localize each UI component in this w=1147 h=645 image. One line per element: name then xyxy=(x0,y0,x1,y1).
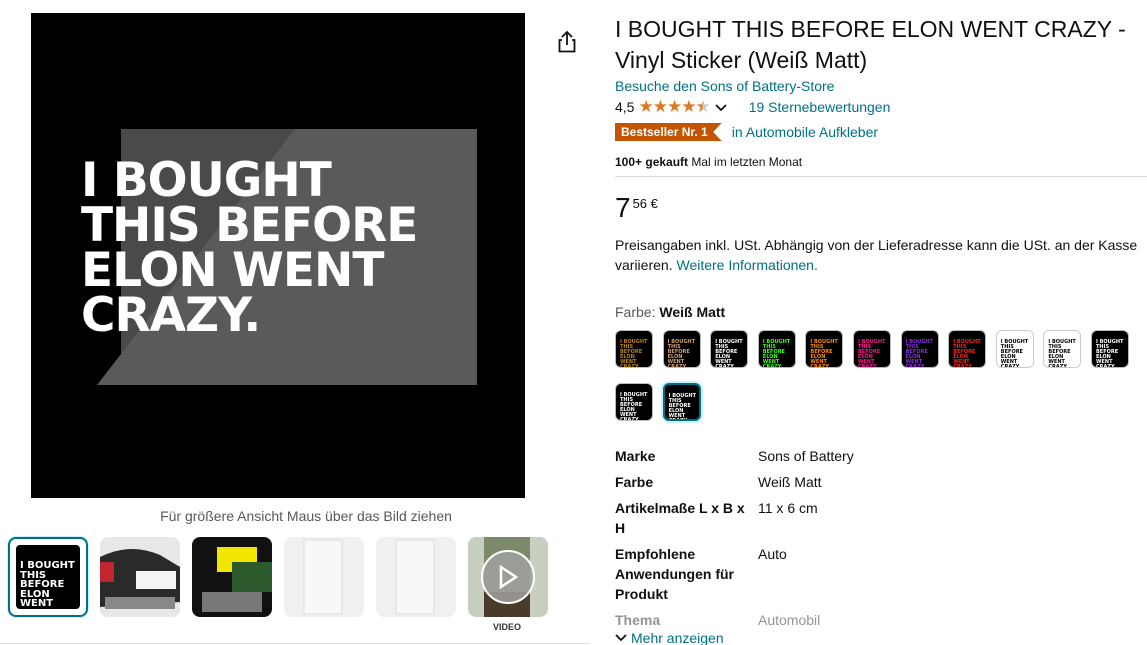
spec-key: Marke xyxy=(615,448,656,464)
bestseller-badge[interactable]: Bestseller Nr. 1 xyxy=(615,123,722,141)
bought-text: Mal im letzten Monat xyxy=(688,155,803,169)
price-whole: 7 xyxy=(615,192,631,223)
bestseller-category-link[interactable]: in Automobile Aufkleber xyxy=(732,124,878,140)
color-label-prefix: Farbe: xyxy=(615,304,656,320)
swatch-text: I BOUGHT THIS BEFORE ELON WENT CRAZY. xyxy=(905,339,934,368)
store-link[interactable]: Besuche den Sons of Battery-Store xyxy=(615,78,834,94)
color-swatch[interactable]: I BOUGHT THIS BEFORE ELON WENT CRAZY. xyxy=(1091,330,1129,368)
share-icon xyxy=(558,31,576,53)
chevron-down-icon xyxy=(615,634,627,642)
rating-row: 4,5 ★ ★ ★ ★ ★ 19 Sternebewertungen xyxy=(615,97,891,117)
spec-value: 11 x 6 cm xyxy=(758,500,818,516)
bought-count: 100+ gekauft xyxy=(615,155,689,169)
show-more-label: Mehr anzeigen xyxy=(631,630,724,645)
car-photo-thumb xyxy=(100,537,180,617)
color-swatch[interactable]: I BOUGHT THIS BEFORE ELON WENT CRAZY. xyxy=(900,330,939,368)
color-selected-value: Weiß Matt xyxy=(659,304,726,320)
swatch-text: I BOUGHT THIS BEFORE ELON WENT CRAZY. xyxy=(715,339,743,368)
color-swatch[interactable]: I BOUGHT THIS BEFORE ELON WENT CRAZY. xyxy=(995,330,1034,368)
product-title: I BOUGHT THIS BEFORE ELON WENT CRAZY - V… xyxy=(615,16,1126,73)
price: 7 56 € xyxy=(615,192,658,224)
color-swatch[interactable]: I BOUGHT THIS BEFORE ELON WENT CRAZY. xyxy=(1043,330,1082,368)
swatch-text: I BOUGHT THIS BEFORE ELON WENT CRAZY. xyxy=(810,339,838,368)
star-half-icon: ★ xyxy=(695,97,710,116)
thumbnail-3[interactable] xyxy=(192,537,272,617)
color-swatch[interactable]: I BOUGHT THIS BEFORE ELON WENT CRAZY. xyxy=(615,383,653,421)
show-more-link[interactable]: Mehr anzeigen xyxy=(615,630,724,645)
main-product-image[interactable]: I BOUGHT THIS BEFORE ELON WENT CRAZY. xyxy=(31,13,525,498)
color-label: Farbe: Weiß Matt xyxy=(615,304,725,320)
color-swatch[interactable]: I BOUGHT THIS BEFORE ELON WENT CRAZY. xyxy=(853,330,891,368)
thumbnail-5[interactable] xyxy=(376,537,456,617)
thumbnail-2[interactable] xyxy=(100,537,180,617)
spec-value: Auto xyxy=(758,546,787,562)
rating-value: 4,5 xyxy=(615,99,635,115)
spec-value: Weiß Matt xyxy=(758,474,822,490)
sticker-slogan-text: I BOUGHT THIS BEFORE ELON WENT CRAZY. xyxy=(81,153,418,343)
bought-info: 100+ gekauft Mal im letzten Monat xyxy=(615,155,802,169)
swatch-text: I BOUGHT THIS BEFORE ELON WENT CRAZY. xyxy=(620,392,648,421)
color-swatch[interactable]: I BOUGHT THIS BEFORE ELON WENT CRAZY. xyxy=(948,330,987,368)
swatch-text: I BOUGHT THIS BEFORE ELON WENT CRAZY. xyxy=(667,339,696,368)
color-swatch[interactable]: I BOUGHT THIS BEFORE ELON WENT CRAZY. xyxy=(615,330,653,368)
swatch-text: I BOUGHT THIS BEFORE ELON WENT CRAZY. xyxy=(1000,339,1029,368)
zoom-hint: Für größere Ansicht Maus über das Bild z… xyxy=(160,508,452,524)
video-label: VIDEO xyxy=(493,622,522,632)
swatch-text: I BOUGHT THIS BEFORE ELON WENT CRAZY. xyxy=(762,339,791,368)
blank-sheet-thumb xyxy=(303,539,343,615)
share-button[interactable] xyxy=(553,28,581,56)
divider xyxy=(615,176,1147,177)
color-swatch[interactable]: I BOUGHT THIS BEFORE ELON WENT CRAZY. xyxy=(662,383,701,421)
swatch-text: I BOUGHT THIS BEFORE ELON WENT CRAZY. xyxy=(953,339,981,368)
window-photo-thumb xyxy=(192,537,272,617)
spec-key: Thema xyxy=(615,612,661,628)
bestseller-row: Bestseller Nr. 1 in Automobile Aufkleber xyxy=(615,123,878,141)
color-swatch[interactable]: I BOUGHT THIS BEFORE ELON WENT CRAZY. xyxy=(757,330,796,368)
chevron-down-icon[interactable] xyxy=(715,99,727,115)
thumbnail-video[interactable] xyxy=(468,537,548,617)
star-full-icon: ★ xyxy=(666,97,682,116)
more-info-link[interactable]: Weitere Informationen. xyxy=(676,257,817,273)
rating-count-link[interactable]: 19 Sternebewertungen xyxy=(749,99,891,115)
swatch-text: I BOUGHT THIS BEFORE ELON WENT CRAZY. xyxy=(858,339,886,368)
blank-sheet-thumb xyxy=(395,539,435,615)
bottom-divider xyxy=(0,643,590,644)
star-rating[interactable]: ★ ★ ★ ★ ★ xyxy=(638,97,710,117)
spec-key: Farbe xyxy=(615,474,654,490)
spec-value: Sons of Battery xyxy=(758,448,854,464)
thumbnail-1[interactable]: I BOUGHT THIS BEFORE ELON WENT CRAZY. xyxy=(8,537,88,617)
play-icon xyxy=(481,550,535,604)
thumbnail-1-text: I BOUGHT THIS BEFORE ELON WENT CRAZY. xyxy=(20,560,75,617)
spec-value: Automobil xyxy=(758,612,821,628)
color-swatch[interactable]: I BOUGHT THIS BEFORE ELON WENT CRAZY. xyxy=(662,330,701,368)
color-swatch[interactable]: I BOUGHT THIS BEFORE ELON WENT CRAZY. xyxy=(805,330,844,368)
price-fraction: 56 € xyxy=(632,196,658,211)
star-full-icon: ★ xyxy=(638,97,653,116)
swatch-text: I BOUGHT THIS BEFORE ELON WENT CRAZY. xyxy=(1096,339,1124,368)
swatch-text: I BOUGHT THIS BEFORE ELON WENT CRAZY. xyxy=(620,339,648,368)
star-full-icon: ★ xyxy=(681,97,696,116)
swatch-text: I BOUGHT THIS BEFORE ELON WENT CRAZY. xyxy=(668,393,697,421)
star-full-icon: ★ xyxy=(652,97,668,116)
swatch-text: I BOUGHT THIS BEFORE ELON WENT CRAZY. xyxy=(1048,339,1076,368)
spec-key: Artikelmaße L x B x H xyxy=(615,500,745,536)
price-note: Preisangaben inkl. USt. Abhängig von der… xyxy=(615,235,1145,275)
color-swatch[interactable]: I BOUGHT THIS BEFORE ELON WENT CRAZY. xyxy=(710,330,749,368)
thumbnail-4[interactable] xyxy=(284,537,364,617)
spec-key: Empfohlene Anwendungen für Produkt xyxy=(615,546,734,602)
